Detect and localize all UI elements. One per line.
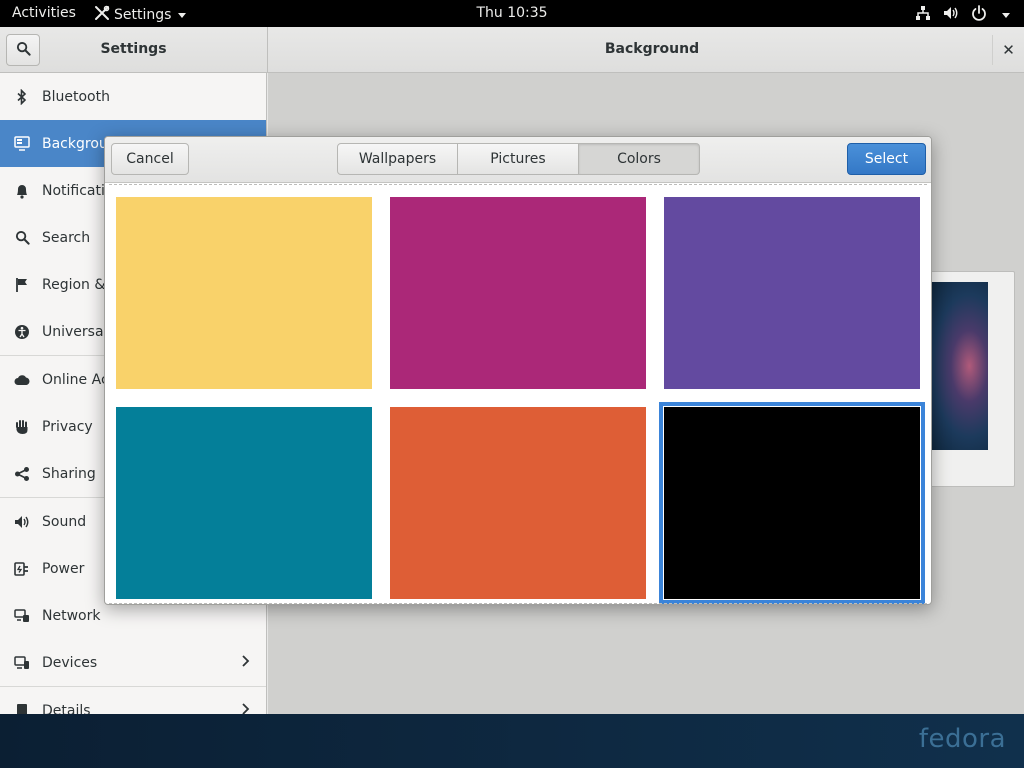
hand-icon — [13, 418, 31, 436]
sidebar-item-label: Bluetooth — [42, 88, 110, 105]
clock[interactable]: Thu 10:35 — [476, 5, 547, 21]
tab-wallpapers[interactable]: Wallpapers — [337, 143, 458, 175]
sidebar-item-label: Power — [42, 560, 85, 577]
bluetooth-icon — [13, 88, 31, 106]
sidebar-item-bluetooth[interactable]: Bluetooth — [0, 73, 266, 120]
accessibility-icon — [13, 323, 31, 341]
flag-icon — [13, 276, 31, 294]
display-icon — [13, 135, 31, 153]
power-icon — [971, 5, 987, 25]
wrench-screwdriver-icon — [94, 5, 110, 25]
sidebar-item-details[interactable]: Details — [0, 687, 266, 714]
info-icon — [13, 702, 31, 714]
source-tab-switcher: Wallpapers Pictures Colors — [337, 143, 700, 175]
sidebar-item-label: Network — [42, 607, 101, 624]
tab-pictures[interactable]: Pictures — [458, 143, 579, 175]
app-menu[interactable]: Settings — [94, 5, 187, 25]
bell-icon — [13, 182, 31, 200]
color-swatch-purple[interactable] — [664, 197, 920, 389]
network-wired-icon — [915, 5, 931, 25]
grid-bottom-border — [109, 603, 927, 604]
power-plug-icon — [13, 560, 31, 578]
sidebar-item-label: Privacy — [42, 418, 93, 435]
sidebar-item-label: Search — [42, 229, 91, 246]
close-icon: ✕ — [1002, 41, 1015, 59]
color-swatch-black[interactable] — [659, 402, 925, 604]
devices-icon — [13, 654, 31, 672]
speaker-icon — [13, 513, 31, 531]
sidebar-item-label: Sharing — [42, 465, 96, 482]
header-bar: Settings Background ✕ — [0, 27, 1024, 73]
desktop-background: fedora — [0, 714, 1024, 768]
sidebar-item-label: Details — [42, 702, 91, 715]
top-bar: Activities Settings Thu 10:35 — [0, 0, 1024, 27]
lock-screen-preview[interactable] — [925, 271, 1015, 487]
sidebar-title: Settings — [100, 41, 167, 57]
search-icon — [13, 229, 31, 247]
sidebar-item-label: Devices — [42, 654, 98, 671]
color-swatch-yellow[interactable] — [116, 197, 372, 389]
page-title: Background — [604, 41, 700, 57]
activities-button[interactable]: Activities — [12, 5, 76, 21]
chevron-right-icon — [241, 702, 250, 714]
volume-icon — [943, 5, 959, 25]
app-menu-label: Settings — [114, 7, 172, 23]
system-status-area[interactable] — [915, 5, 1010, 25]
close-button[interactable]: ✕ — [992, 35, 1024, 65]
grid-top-border — [109, 184, 927, 185]
chevron-down-icon — [178, 12, 187, 18]
background-chooser-dialog: Cancel Wallpapers Pictures Colors Select — [104, 136, 932, 605]
color-swatch-magenta[interactable] — [390, 197, 646, 389]
cloud-icon — [13, 371, 31, 389]
color-swatch-orange[interactable] — [390, 407, 646, 599]
chevron-down-icon — [1002, 12, 1010, 18]
share-icon — [13, 465, 31, 483]
wallpaper-preview-image — [926, 282, 988, 450]
dialog-header: Cancel Wallpapers Pictures Colors Select — [105, 137, 931, 183]
cancel-button[interactable]: Cancel — [111, 143, 189, 175]
sidebar-item-devices[interactable]: Devices — [0, 639, 266, 686]
fedora-logo: fedora — [918, 724, 1006, 754]
chevron-right-icon — [241, 654, 250, 672]
tab-colors[interactable]: Colors — [579, 143, 700, 175]
network-icon — [13, 607, 31, 625]
sidebar-item-label: Sound — [42, 513, 87, 530]
color-swatch-teal[interactable] — [116, 407, 372, 599]
select-button[interactable]: Select — [847, 143, 926, 175]
